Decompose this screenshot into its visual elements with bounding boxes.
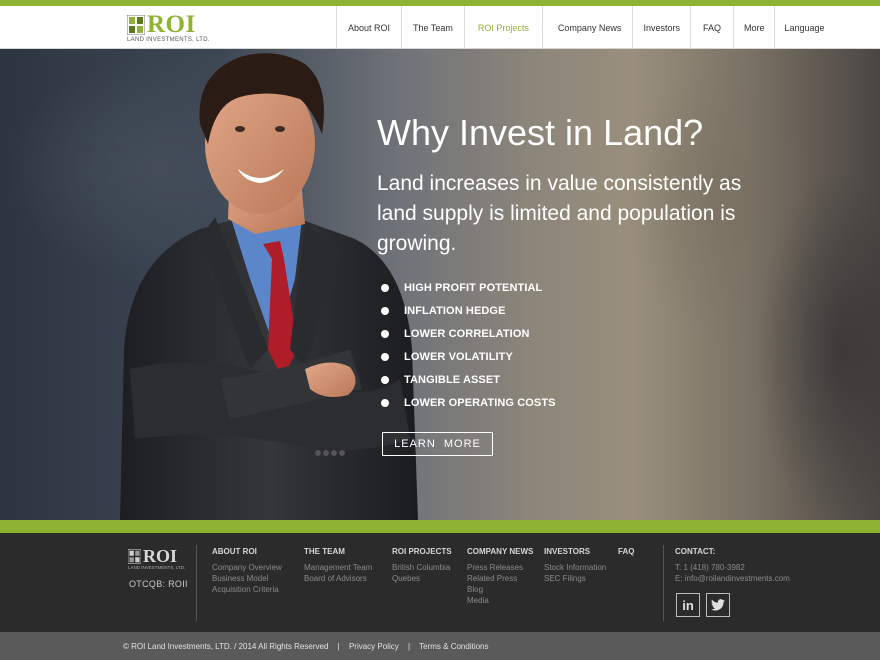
bullet-dot-icon bbox=[381, 306, 389, 315]
logo-emblem-icon bbox=[128, 549, 141, 564]
bullet-dot-icon bbox=[381, 283, 389, 292]
hero-subtitle: Land increases in value consistently as … bbox=[377, 172, 742, 255]
footer-link[interactable]: Acquisition Criteria bbox=[212, 584, 282, 595]
privacy-policy-link[interactable]: Privacy Policy bbox=[349, 642, 399, 651]
footer-link[interactable]: Media bbox=[467, 595, 533, 606]
footer-heading: CONTACT: bbox=[675, 547, 716, 556]
footer-link[interactable]: SEC Filings bbox=[544, 573, 606, 584]
separator: | bbox=[337, 641, 340, 651]
contact-email[interactable]: E: info@roilandinvestments.com bbox=[675, 573, 790, 584]
footer-link[interactable]: Quebes bbox=[392, 573, 452, 584]
separator: | bbox=[407, 641, 411, 651]
footer-col-faq: FAQ bbox=[618, 547, 634, 562]
footer-col-team: THE TEAM Management Team Board of Adviso… bbox=[304, 547, 372, 584]
footer-heading[interactable]: COMPANY NEWS bbox=[467, 547, 533, 556]
site-footer: ROI LAND INVESTMENTS, LTD. OTCQB: ROII A… bbox=[0, 533, 880, 632]
footer-accent-band bbox=[0, 520, 880, 533]
footer-link[interactable]: Management Team bbox=[304, 562, 372, 573]
list-item: INFLATION HEDGE bbox=[378, 299, 556, 322]
list-item: HIGH PROFIT POTENTIAL bbox=[378, 276, 556, 299]
footer-heading[interactable]: ABOUT ROI bbox=[212, 547, 282, 556]
footer-logo-wordmark: ROI bbox=[143, 546, 178, 566]
terms-link[interactable]: Terms & Conditions bbox=[419, 642, 488, 651]
nav-investors[interactable]: Investors bbox=[633, 6, 691, 49]
footer-logo-tagline: LAND INVESTMENTS, LTD. bbox=[128, 565, 186, 570]
footer-col-contact: CONTACT: T: 1 (418) 780-3982 E: info@roi… bbox=[675, 547, 790, 584]
copyright-bar: © ROI Land Investments, LTD. / 2014 All … bbox=[0, 632, 880, 660]
footer-link[interactable]: Press Releases bbox=[467, 562, 533, 573]
logo-emblem-icon bbox=[127, 15, 145, 35]
footer-link[interactable]: Blog bbox=[467, 584, 533, 595]
footer-col-about: ABOUT ROI Company Overview Business Mode… bbox=[212, 547, 282, 595]
bullet-dot-icon bbox=[381, 352, 389, 361]
hero-banner: Why Invest in Land? Land increases in va… bbox=[0, 49, 880, 520]
list-item: TANGIBLE ASSET bbox=[378, 368, 556, 391]
site-logo[interactable]: ROI LAND INVESTMENTS, LTD. bbox=[127, 11, 210, 44]
nav-language[interactable]: Language bbox=[775, 6, 833, 49]
footer-link[interactable]: Company Overview bbox=[212, 562, 282, 573]
stock-ticker: OTCQB: ROII bbox=[129, 579, 188, 589]
logo-tagline: LAND INVESTMENTS, LTD. bbox=[127, 37, 210, 43]
footer-heading[interactable]: FAQ bbox=[618, 547, 634, 556]
contact-phone[interactable]: T: 1 (418) 780-3982 bbox=[675, 562, 790, 573]
bullet-dot-icon bbox=[381, 329, 389, 338]
list-item: LOWER OPERATING COSTS bbox=[378, 391, 556, 414]
bullet-dot-icon bbox=[381, 398, 389, 407]
footer-heading[interactable]: ROI PROJECTS bbox=[392, 547, 452, 556]
twitter-button[interactable] bbox=[706, 593, 730, 617]
footer-link[interactable]: Stock Information bbox=[544, 562, 606, 573]
footer-logo[interactable]: ROI LAND INVESTMENTS, LTD. bbox=[128, 546, 188, 572]
nav-more[interactable]: More bbox=[734, 6, 776, 49]
site-header: ROI LAND INVESTMENTS, LTD. About ROI The… bbox=[0, 6, 880, 49]
nav-the-team[interactable]: The Team bbox=[402, 6, 465, 49]
learn-more-button[interactable]: LEARN MORE bbox=[382, 432, 493, 456]
nav-roi-projects[interactable]: ROI Projects bbox=[465, 6, 543, 49]
linkedin-icon: in bbox=[682, 597, 694, 613]
list-item: LOWER CORRELATION bbox=[378, 322, 556, 345]
footer-col-investors: INVESTORS Stock Information SEC Filings bbox=[544, 547, 606, 584]
footer-link[interactable]: Related Press bbox=[467, 573, 533, 584]
nav-company-news[interactable]: Company News bbox=[543, 6, 634, 49]
footer-col-projects: ROI PROJECTS British Columbia Quebes bbox=[392, 547, 452, 584]
footer-heading[interactable]: THE TEAM bbox=[304, 547, 372, 556]
benefits-list: HIGH PROFIT POTENTIAL INFLATION HEDGE LO… bbox=[378, 276, 556, 414]
footer-link[interactable]: Board of Advisors bbox=[304, 573, 372, 584]
hero-title: Why Invest in Land? bbox=[377, 112, 704, 153]
footer-divider bbox=[196, 545, 197, 621]
footer-divider bbox=[663, 545, 664, 621]
bullet-dot-icon bbox=[381, 375, 389, 384]
main-nav: About ROI The Team ROI Projects Company … bbox=[336, 6, 834, 49]
footer-heading[interactable]: INVESTORS bbox=[544, 547, 606, 556]
copyright-text: © ROI Land Investments, LTD. / 2014 All … bbox=[123, 641, 329, 651]
logo-wordmark: ROI bbox=[147, 11, 196, 38]
footer-link[interactable]: British Columbia bbox=[392, 562, 452, 573]
linkedin-button[interactable]: in bbox=[676, 593, 700, 617]
footer-col-news: COMPANY NEWS Press Releases Related Pres… bbox=[467, 547, 533, 606]
footer-link[interactable]: Business Model bbox=[212, 573, 282, 584]
nav-about-roi[interactable]: About ROI bbox=[337, 6, 403, 49]
twitter-icon bbox=[711, 599, 725, 611]
nav-faq[interactable]: FAQ bbox=[691, 6, 734, 49]
list-item: LOWER VOLATILITY bbox=[378, 345, 556, 368]
